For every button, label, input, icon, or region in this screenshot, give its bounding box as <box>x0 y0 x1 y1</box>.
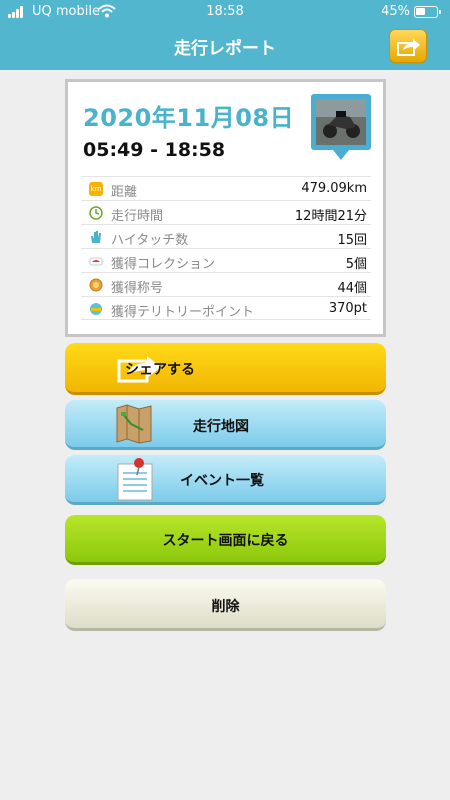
delete-button[interactable]: 削除 <box>65 579 386 631</box>
ride-map-button[interactable]: 走行地図 <box>65 400 386 450</box>
km-icon: km <box>89 182 103 196</box>
hand-icon <box>91 231 101 243</box>
page-title: 走行レポート <box>174 39 276 59</box>
motorcycle-photo-pin-icon[interactable] <box>311 94 371 160</box>
back-to-start-button-label: スタート画面に戻る <box>162 533 289 549</box>
share-button[interactable]: シェアする <box>65 343 386 395</box>
memo-pin-icon <box>117 458 153 501</box>
stat-value: 12時間21分 <box>294 209 367 224</box>
medal-icon <box>89 278 103 292</box>
collection-icon <box>89 257 103 266</box>
stat-row-titles: 獲得称号 44個 <box>81 272 371 296</box>
event-list-button-label: イベント一覧 <box>180 473 264 489</box>
stat-label: 獲得テリトリーポイント <box>111 305 255 320</box>
stat-value: 15回 <box>337 233 367 248</box>
stat-label: 走行時間 <box>111 209 164 224</box>
share-button-label: シェアする <box>125 362 195 378</box>
stat-label: 獲得称号 <box>111 281 164 296</box>
stat-row-high-touch: ハイタッチ数 15回 <box>81 224 371 248</box>
stat-row-distance: km 距離 479.09km <box>81 176 371 200</box>
report-date: 2020年11月08日 <box>83 104 295 132</box>
back-to-start-button[interactable]: スタート画面に戻る <box>65 515 386 565</box>
delete-button-label: 削除 <box>211 599 240 615</box>
clock-icon <box>89 206 103 220</box>
ride-map-button-label: 走行地図 <box>193 419 249 435</box>
territory-icon <box>90 303 102 315</box>
stat-row-territory: 獲得テリトリーポイント 370pt <box>81 296 371 320</box>
battery-fill <box>416 8 425 15</box>
header-share-button[interactable] <box>389 29 427 63</box>
stats-list: km 距離 479.09km 走行時間 12時間21分 ハイタッチ数 15回 獲… <box>81 176 371 320</box>
share-arrow-icon <box>397 39 420 56</box>
map-icon <box>116 404 152 444</box>
stat-value: 5個 <box>345 257 367 272</box>
stat-label: 距離 <box>111 185 138 200</box>
status-bar: UQ mobile 18:58 45% <box>0 0 450 24</box>
report-card: 2020年11月08日 05:49 - 18:58 km 距離 479.09km <box>65 79 386 337</box>
report-time-range: 05:49 - 18:58 <box>83 139 226 161</box>
stat-value: 479.09km <box>301 181 367 196</box>
stat-row-collection: 獲得コレクション 5個 <box>81 248 371 272</box>
event-list-button[interactable]: イベント一覧 <box>65 455 386 505</box>
battery-icon <box>414 6 441 18</box>
battery-percent: 45% <box>381 4 410 19</box>
stat-label: 獲得コレクション <box>111 257 216 272</box>
stat-row-ride-time: 走行時間 12時間21分 <box>81 200 371 224</box>
stat-value: 44個 <box>337 281 367 296</box>
stat-value: 370pt <box>328 301 367 316</box>
stat-label: ハイタッチ数 <box>111 233 189 248</box>
app-header: UQ mobile 18:58 45% 走行レポート <box>0 0 450 70</box>
